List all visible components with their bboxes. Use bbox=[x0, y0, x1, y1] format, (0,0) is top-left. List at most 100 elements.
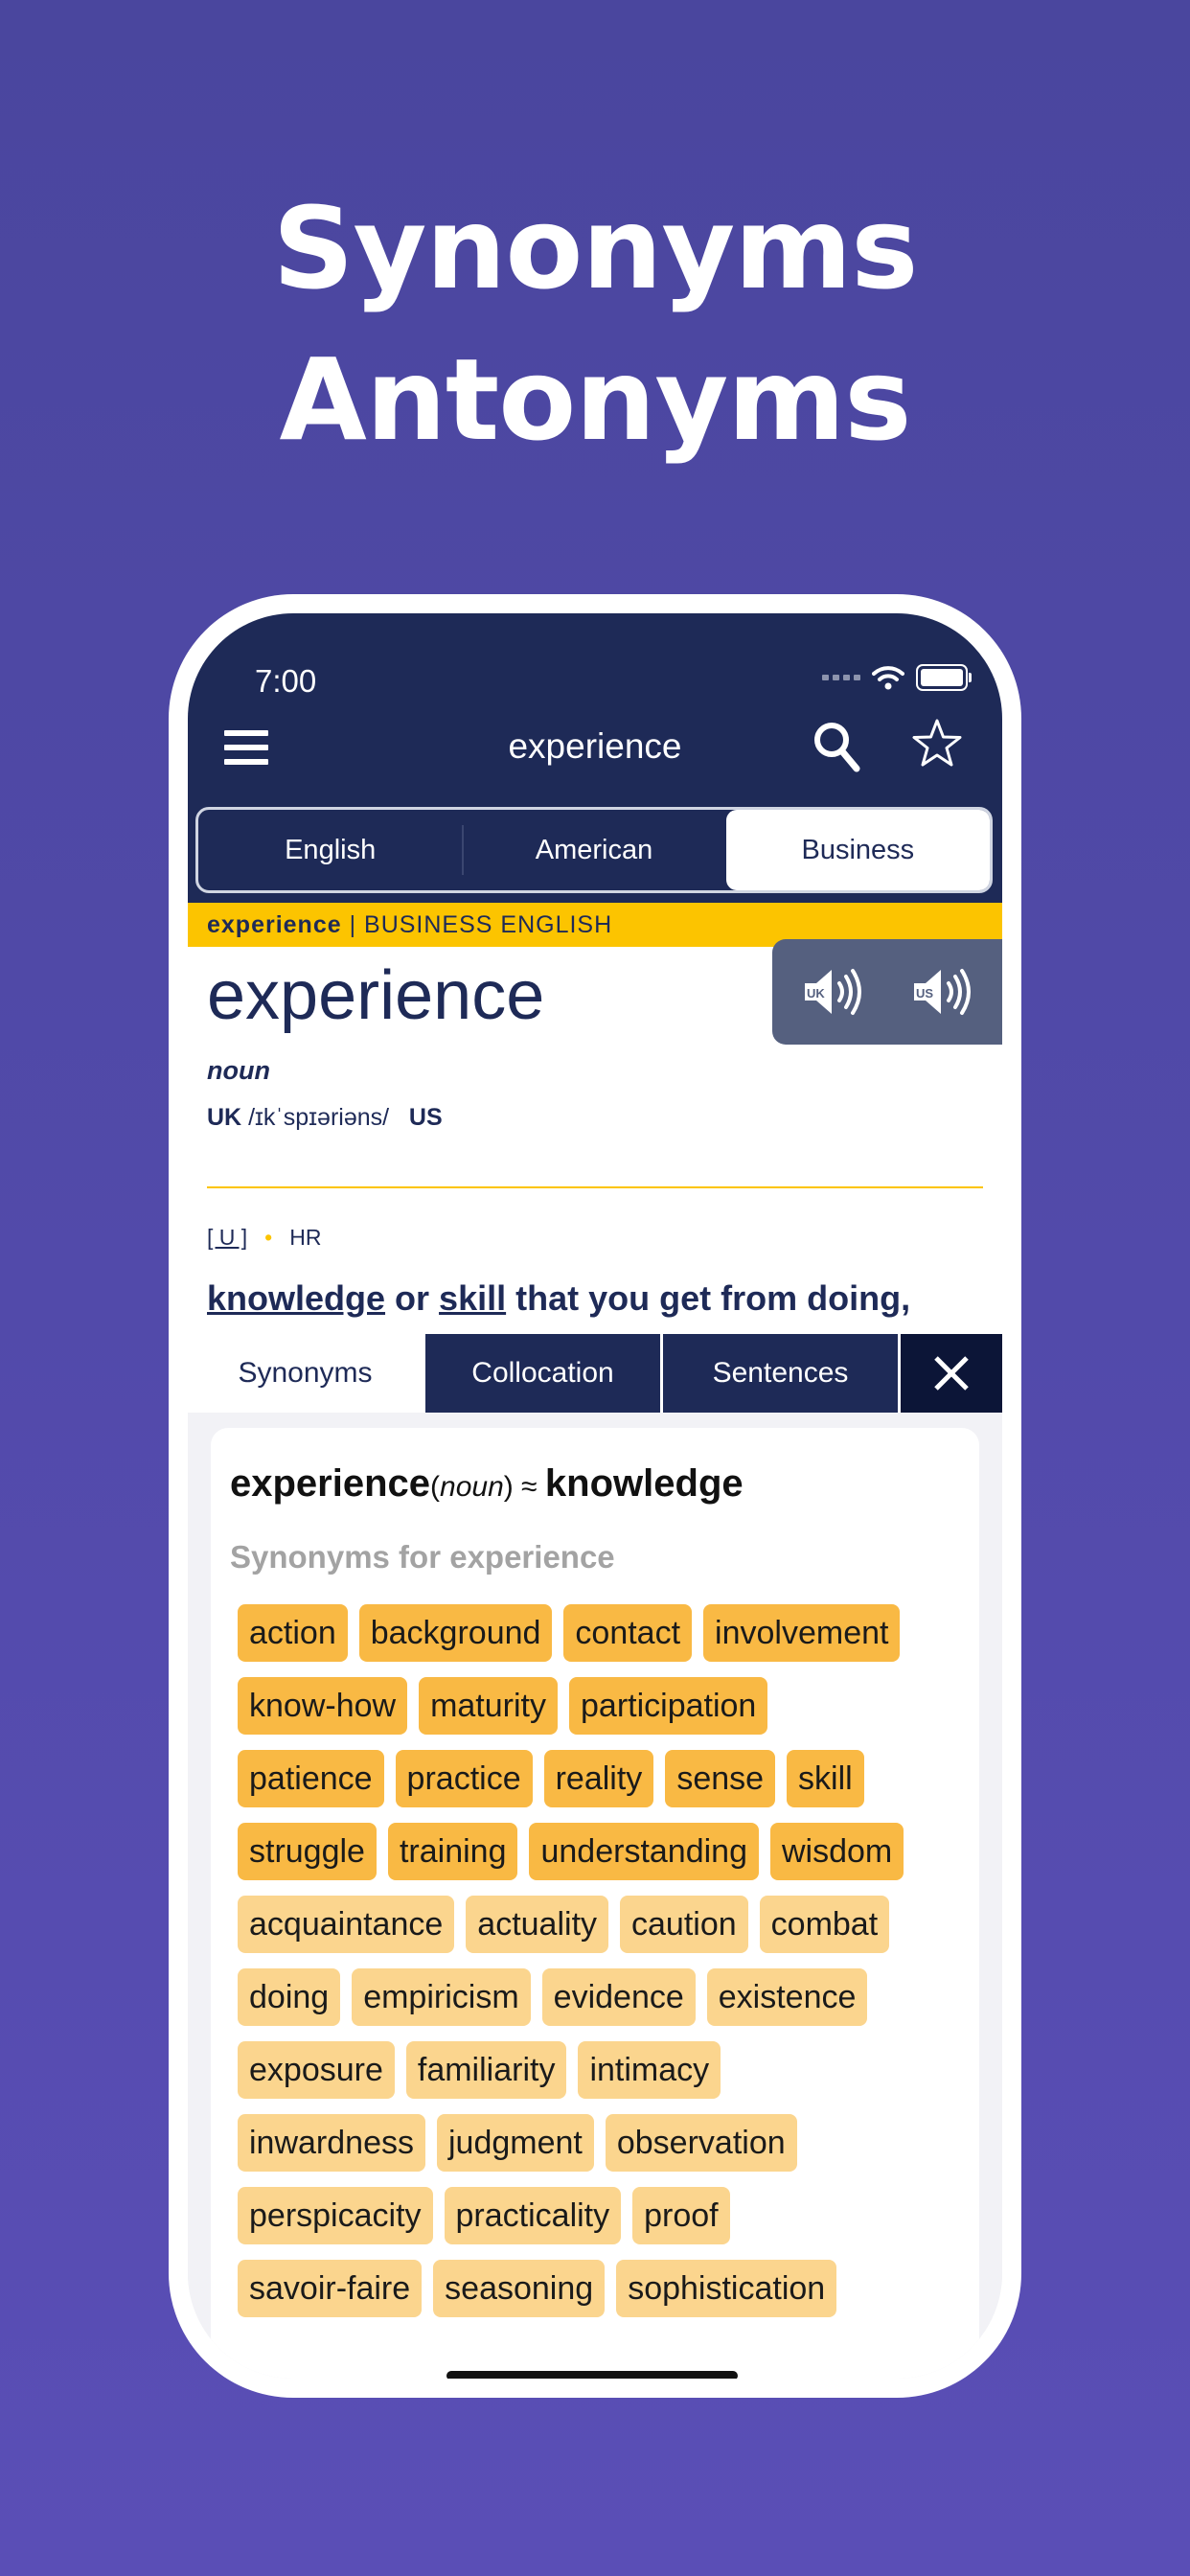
speaker-uk-icon[interactable]: UK bbox=[801, 966, 862, 1018]
synonym-chip[interactable]: practice bbox=[395, 1750, 533, 1807]
phone-screen: 7:00 experience English American Busines… bbox=[188, 613, 1002, 2379]
approx-sign: ≈ bbox=[513, 1471, 545, 1503]
tab-business[interactable]: Business bbox=[725, 810, 990, 890]
definition-rest: that you get from doing, bbox=[506, 1278, 911, 1318]
status-time: 7:00 bbox=[255, 663, 317, 699]
grammar-code[interactable]: [ U ] bbox=[207, 1225, 247, 1250]
synonym-chip[interactable]: actuality bbox=[466, 1896, 609, 1953]
synonym-chip[interactable]: patience bbox=[238, 1750, 384, 1807]
star-icon[interactable] bbox=[910, 717, 964, 770]
synonym-chip[interactable]: seasoning bbox=[433, 2260, 606, 2317]
synonyms-card: experience(noun) ≈ knowledge Synonyms fo… bbox=[211, 1428, 979, 2379]
banner-word: experience bbox=[207, 911, 342, 938]
synonym-chip[interactable]: inwardness bbox=[238, 2114, 425, 2172]
divider bbox=[207, 1186, 983, 1188]
chip-row: action background contact involvement bbox=[238, 1604, 966, 1677]
synonym-chip[interactable]: skill bbox=[787, 1750, 864, 1807]
headline-line-1: Synonyms bbox=[272, 182, 918, 314]
chip-row: acquaintance actuality caution combat bbox=[238, 1896, 966, 1968]
part-of-speech: noun bbox=[207, 1056, 270, 1085]
phone-frame: 7:00 experience English American Busines… bbox=[169, 594, 1021, 2398]
synonym-chip[interactable]: understanding bbox=[529, 1823, 759, 1880]
synonym-head-pos: noun bbox=[440, 1471, 504, 1503]
tab-collocation[interactable]: Collocation bbox=[425, 1334, 663, 1413]
synonym-chip[interactable]: intimacy bbox=[578, 2041, 721, 2099]
synonyms-subtitle: Synonyms for experience bbox=[230, 1539, 615, 1575]
synonym-chip[interactable]: exposure bbox=[238, 2041, 395, 2099]
synonym-chip[interactable]: involvement bbox=[703, 1604, 901, 1662]
chip-row: perspicacity practicality proof bbox=[238, 2187, 966, 2260]
nav-title: experience bbox=[508, 726, 682, 766]
synonym-chip-list: action background contact involvement know-h… bbox=[238, 1604, 966, 2333]
chip-row: inwardness judgment observation bbox=[238, 2114, 966, 2187]
synonym-chip[interactable]: empiricism bbox=[352, 1968, 531, 2026]
synonym-chip[interactable]: wisdom bbox=[770, 1823, 904, 1880]
status-icons bbox=[822, 661, 972, 694]
speaker-us-label: US bbox=[916, 986, 933, 1000]
tab-synonyms[interactable]: Synonyms bbox=[188, 1334, 425, 1413]
synonym-chip[interactable]: practicality bbox=[444, 2187, 622, 2244]
definition-link-knowledge[interactable]: knowledge bbox=[207, 1278, 385, 1318]
chip-row: doing empiricism evidence existence bbox=[238, 1968, 966, 2041]
synonym-chip[interactable]: proof bbox=[632, 2187, 730, 2244]
synonym-chip[interactable]: savoir-faire bbox=[238, 2260, 423, 2317]
wifi-icon bbox=[872, 666, 904, 690]
pron-uk-ipa: /ɪkˈspɪəriəns/ bbox=[248, 1104, 390, 1131]
synonym-chip[interactable]: sophistication bbox=[616, 2260, 837, 2317]
tab-american[interactable]: American bbox=[462, 810, 725, 890]
chip-row: patience practice reality sense skill bbox=[238, 1750, 966, 1823]
synonym-chip[interactable]: reality bbox=[543, 1750, 654, 1807]
audio-popup: UK US bbox=[772, 939, 1002, 1045]
definition-link-skill[interactable]: skill bbox=[439, 1278, 506, 1318]
synonym-chip[interactable]: observation bbox=[605, 2114, 797, 2172]
battery-icon bbox=[916, 664, 972, 691]
synonym-chip[interactable]: participation bbox=[569, 1677, 768, 1735]
headline-line-2: Antonyms bbox=[279, 334, 912, 466]
synonym-chip[interactable]: background bbox=[358, 1604, 553, 1662]
synonym-chip[interactable]: doing bbox=[238, 1968, 341, 2026]
synonym-head-target: knowledge bbox=[544, 1462, 744, 1505]
entry-content: experience | BUSINESS ENGLISH experience… bbox=[188, 903, 1002, 1334]
definition-connector: or bbox=[385, 1278, 440, 1318]
synonym-chip[interactable]: sense bbox=[665, 1750, 776, 1807]
synonyms-panel: experience(noun) ≈ knowledge Synonyms fo… bbox=[188, 1413, 1002, 2379]
synonym-chip[interactable]: perspicacity bbox=[238, 2187, 433, 2244]
synonym-chip[interactable]: evidence bbox=[541, 1968, 696, 2026]
headline: Synonyms Antonyms bbox=[0, 172, 1190, 475]
synonym-head-word: experience bbox=[230, 1462, 431, 1505]
definition: knowledge or skill that you get from doi… bbox=[207, 1278, 910, 1319]
synonym-chip[interactable]: existence bbox=[706, 1968, 868, 2026]
chip-row: struggle training understanding wisdom bbox=[238, 1823, 966, 1896]
synonym-chip[interactable]: familiarity bbox=[405, 2041, 567, 2099]
headword: experience bbox=[207, 957, 545, 1034]
signal-icon bbox=[822, 675, 860, 680]
search-icon[interactable] bbox=[812, 721, 860, 772]
grammar-dot: • bbox=[264, 1225, 273, 1250]
chip-row: know-how maturity participation bbox=[238, 1677, 966, 1750]
synonym-chip[interactable]: combat bbox=[759, 1896, 890, 1953]
synonym-chip[interactable]: know-how bbox=[238, 1677, 408, 1735]
pron-us-label: US bbox=[408, 1104, 443, 1131]
navigation-bar: 7:00 experience English American Busines… bbox=[188, 613, 1002, 903]
pron-uk-label: UK bbox=[207, 1104, 242, 1131]
chip-row: exposure familiarity intimacy bbox=[238, 2041, 966, 2114]
speaker-uk-label: UK bbox=[807, 986, 825, 1000]
synonym-chip[interactable]: training bbox=[387, 1823, 518, 1880]
synonym-chip[interactable]: judgment bbox=[436, 2114, 594, 2172]
speaker-us-icon[interactable]: US bbox=[910, 966, 972, 1018]
pronunciation: UK /ɪkˈspɪəriəns/ US bbox=[207, 1104, 443, 1132]
synonym-heading: experience(noun) ≈ knowledge bbox=[230, 1462, 744, 1505]
close-button[interactable] bbox=[901, 1334, 1002, 1413]
synonym-chip[interactable]: struggle bbox=[238, 1823, 377, 1880]
home-indicator bbox=[446, 2371, 738, 2379]
synonym-chip[interactable]: maturity bbox=[419, 1677, 558, 1735]
close-icon bbox=[934, 1356, 969, 1391]
synonym-chip[interactable]: acquaintance bbox=[238, 1896, 455, 1953]
synonym-chip[interactable]: contact bbox=[563, 1604, 693, 1662]
usage-label: HR bbox=[289, 1225, 322, 1250]
synonym-chip[interactable]: caution bbox=[620, 1896, 748, 1953]
bottom-tab-bar: Synonyms Collocation Sentences bbox=[188, 1334, 1002, 1413]
tab-english[interactable]: English bbox=[198, 810, 462, 890]
synonym-chip[interactable]: action bbox=[238, 1604, 348, 1662]
tab-sentences[interactable]: Sentences bbox=[663, 1334, 901, 1413]
